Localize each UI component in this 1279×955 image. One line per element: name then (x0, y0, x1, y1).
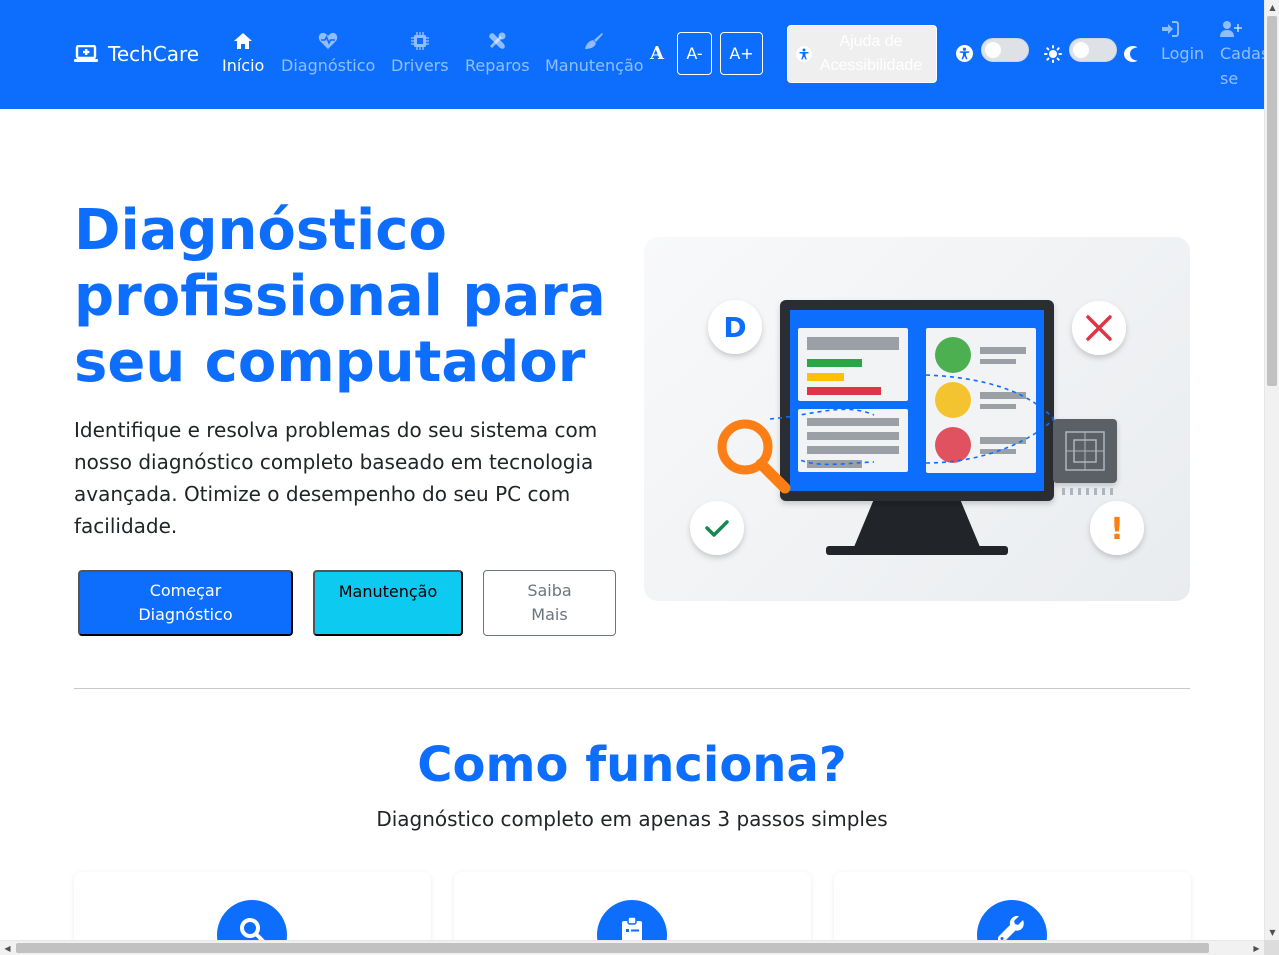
vertical-scrollbar[interactable]: ▲ ▼ (1264, 0, 1279, 940)
signup-label-line1: Cadas (1220, 44, 1270, 63)
accessibility-help-line1: Ajuda de (839, 33, 903, 50)
learn-more-line2: Mais (531, 605, 568, 624)
hero-description: Identifique e resolva problemas do seu s… (74, 418, 598, 538)
how-it-works-title: Como funciona? (417, 737, 847, 793)
start-diagnostic-label: Começar Diagnóstico (138, 579, 232, 627)
accessibility-help-line2: Acessibilidade (819, 57, 923, 74)
scroll-down-arrow-icon[interactable]: ▼ (1265, 925, 1279, 940)
nav-item-diagnostico[interactable]: Diagnóstico (281, 31, 375, 75)
illustration-badge-alert: ! (1110, 512, 1124, 547)
page: TechCare Início Diagnóstico Drivers Repa… (0, 0, 1279, 955)
nav-item-manutencao[interactable]: Manutenção (545, 31, 644, 75)
nav-signup[interactable]: Cadas se (1220, 19, 1269, 91)
heartbeat-icon (318, 31, 338, 51)
start-diagnostic-line1: Começar (149, 581, 222, 600)
toggle-knob (1073, 42, 1089, 58)
start-diagnostic-line2: Diagnóstico (138, 605, 233, 624)
laptop-medical-icon (74, 45, 98, 62)
moon-icon (1124, 46, 1138, 66)
illustration-badge-letter: D (723, 311, 746, 344)
nav-item-label: Diagnóstico (281, 56, 376, 75)
font-increase-button[interactable]: A+ (720, 32, 763, 75)
learn-more-button[interactable]: Saiba Mais (483, 570, 616, 636)
nav-item-drivers[interactable]: Drivers (391, 31, 449, 75)
horizontal-scrollbar[interactable]: ◀ ▶ (0, 940, 1264, 955)
universal-access-icon (796, 46, 812, 70)
font-decrease-button[interactable]: A- (677, 32, 712, 75)
sign-in-icon (1161, 19, 1179, 37)
hero-title-line2: profissional para (74, 264, 606, 329)
scrollbar-corner (1264, 940, 1279, 955)
user-plus-icon (1220, 19, 1242, 37)
nav-item-label: Início (222, 56, 265, 75)
accessibility-help-label: Ajuda de Acessibilidade (820, 30, 922, 78)
broom-icon (584, 31, 604, 51)
tools-icon (488, 31, 506, 51)
hero-title: Diagnóstico profissional para seu comput… (74, 198, 634, 396)
section-divider (74, 688, 1190, 689)
signup-label-line2: se (1220, 69, 1239, 88)
toggle-knob (985, 42, 1001, 58)
login-label: Login (1161, 44, 1205, 63)
nav-item-label: Drivers (391, 56, 449, 75)
accessibility-toggle[interactable] (981, 38, 1029, 62)
nav-item-label: Manutenção (545, 56, 644, 75)
hero-illustration: D ! (644, 237, 1190, 601)
computer-diagnostic-illustration: D ! (690, 300, 1144, 555)
hero-title-line3: seu computador (74, 330, 586, 395)
start-diagnostic-button[interactable]: Começar Diagnóstico (78, 570, 293, 636)
navbar: TechCare Início Diagnóstico Drivers Repa… (0, 0, 1269, 109)
hero-title-line1: Diagnóstico (74, 198, 447, 263)
sun-icon (1044, 45, 1062, 67)
brand-link[interactable]: TechCare (74, 42, 199, 66)
nav-item-inicio[interactable]: Início (222, 31, 264, 75)
nav-item-label: Reparos (465, 56, 530, 75)
scroll-up-arrow-icon[interactable]: ▲ (1265, 0, 1279, 15)
microchip-icon (410, 31, 429, 51)
vertical-scroll-thumb[interactable] (1267, 16, 1277, 386)
font-size-icon: A (650, 43, 664, 64)
accessibility-help-button[interactable]: Ajuda de Acessibilidade (787, 25, 937, 83)
learn-more-line1: Saiba (527, 581, 572, 600)
horizontal-scroll-thumb[interactable] (16, 943, 1209, 953)
accessibility-icon (956, 45, 973, 66)
dark-mode-toggle[interactable] (1069, 38, 1117, 62)
how-it-works-subtitle: Diagnóstico completo em apenas 3 passos … (376, 807, 888, 831)
maintenance-button[interactable]: Manutenção (313, 570, 463, 636)
learn-more-label: Saiba Mais (527, 579, 571, 627)
nav-item-reparos[interactable]: Reparos (465, 31, 530, 75)
nav-login[interactable]: Login (1161, 19, 1204, 66)
brand-name: TechCare (108, 42, 200, 66)
scroll-right-arrow-icon[interactable]: ▶ (1249, 941, 1264, 955)
scroll-left-arrow-icon[interactable]: ◀ (0, 941, 15, 955)
home-icon (233, 31, 253, 51)
